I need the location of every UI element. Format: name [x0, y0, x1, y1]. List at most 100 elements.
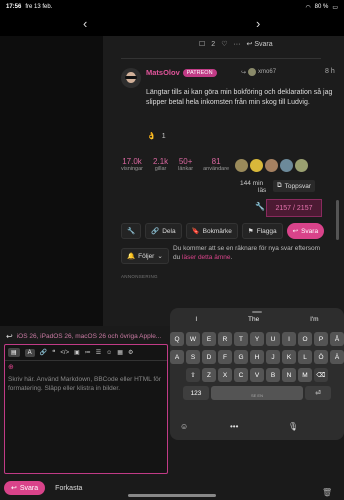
- topic-actions: 🔧 🔗 Dela 🔖 Bokmärke ⚑ Flagga ↩ Svara: [121, 223, 325, 239]
- link-icon[interactable]: 🔗: [40, 349, 47, 356]
- key-ö[interactable]: Ö: [314, 350, 328, 364]
- more-icon[interactable]: •••: [230, 422, 238, 431]
- flag-button[interactable]: ⚑ Flagga: [241, 223, 283, 239]
- suggestion-item[interactable]: The: [248, 316, 259, 323]
- key-b[interactable]: B: [266, 368, 280, 382]
- key-o[interactable]: O: [298, 332, 312, 346]
- reply-to[interactable]: ↪ xmo67: [241, 68, 276, 76]
- settings-icon[interactable]: ⚙: [128, 349, 133, 356]
- key-d[interactable]: D: [202, 350, 216, 364]
- key-g[interactable]: G: [234, 350, 248, 364]
- suggestion-bar: I The I'm: [170, 316, 344, 323]
- home-indicator: [128, 494, 216, 497]
- more-icon[interactable]: ···: [233, 41, 240, 48]
- key-v[interactable]: V: [250, 368, 264, 382]
- key-x[interactable]: X: [218, 368, 232, 382]
- key-p[interactable]: P: [314, 332, 328, 346]
- status-right: ◠ 80 % ▭: [305, 4, 338, 11]
- admin-wrench-button[interactable]: 🔧: [121, 223, 142, 239]
- code-icon[interactable]: </>: [60, 350, 69, 356]
- keyboard-handle[interactable]: [252, 311, 262, 313]
- back-arrow-icon[interactable]: ‹: [83, 16, 87, 31]
- key-k[interactable]: K: [282, 350, 296, 364]
- key-s[interactable]: S: [186, 350, 200, 364]
- bullet-list-icon[interactable]: ≔: [85, 349, 91, 356]
- submit-reply-button[interactable]: ↩ Svara: [4, 481, 46, 495]
- share-button[interactable]: 🔗 Dela: [145, 223, 182, 239]
- discard-button[interactable]: Forkasta: [55, 485, 82, 492]
- post-body: Längtar tills ai kan göra min bokföring …: [146, 89, 333, 106]
- ad-label: ANNONSERING: [121, 274, 158, 279]
- bell-icon: 🔔: [127, 253, 136, 260]
- top-replies-button[interactable]: ⧉ Toppsvar: [273, 180, 316, 192]
- discard-trash-icon[interactable]: 🗑: [322, 488, 332, 497]
- post-time: 8 h: [325, 68, 335, 75]
- key-ä[interactable]: Ä: [330, 350, 344, 364]
- bookmark-button[interactable]: 🔖 Bokmärke: [185, 223, 238, 239]
- key-å[interactable]: Å: [330, 332, 344, 346]
- key-w[interactable]: W: [186, 332, 200, 346]
- suggestion-item[interactable]: I: [195, 316, 197, 323]
- post-progress[interactable]: 2157 / 2157: [266, 199, 322, 217]
- participant-avatar[interactable]: [295, 159, 308, 172]
- stat-links[interactable]: 50+ länkar: [178, 157, 193, 172]
- stat-views: 17.0k visningar: [121, 157, 144, 172]
- key-n[interactable]: N: [282, 368, 296, 382]
- participant-avatar[interactable]: [250, 159, 263, 172]
- image-icon[interactable]: ▣: [74, 349, 80, 356]
- read-topic-link[interactable]: läser detta ämne: [182, 254, 230, 261]
- key-z[interactable]: Z: [202, 368, 216, 382]
- thumbs-up-icon[interactable]: 👌: [147, 132, 156, 140]
- checkbox-icon[interactable]: ☐: [199, 40, 205, 48]
- key-c[interactable]: C: [234, 368, 248, 382]
- patreon-badge: PATREON: [182, 68, 217, 77]
- participant-avatar[interactable]: [235, 159, 248, 172]
- author-name[interactable]: MatsOlov: [146, 68, 180, 77]
- heart-icon[interactable]: ♡: [221, 40, 227, 48]
- key-h[interactable]: H: [250, 350, 264, 364]
- key-i[interactable]: I: [282, 332, 296, 346]
- key-a[interactable]: A: [170, 350, 184, 364]
- editor-toggle-icon[interactable]: ▤: [8, 348, 20, 357]
- key-e[interactable]: E: [202, 332, 216, 346]
- emoji-icon[interactable]: ☺: [106, 350, 112, 356]
- key-q[interactable]: Q: [170, 332, 184, 346]
- emoji-icon[interactable]: ☺: [180, 422, 188, 431]
- participant-avatar[interactable]: [265, 159, 278, 172]
- key-t[interactable]: T: [234, 332, 248, 346]
- reply-button-top[interactable]: ↩ Svara: [246, 40, 272, 49]
- suggestion-item[interactable]: I'm: [310, 316, 318, 323]
- backspace-key[interactable]: ⌫: [314, 368, 328, 382]
- reply-button[interactable]: ↩ Svara: [286, 223, 325, 239]
- bookmark-icon: 🔖: [191, 228, 200, 235]
- key-row-1: QWERTYUIOPÅ: [170, 332, 344, 346]
- link-icon: 🔗: [151, 228, 160, 235]
- avatar[interactable]: [121, 68, 141, 88]
- key-r[interactable]: R: [218, 332, 232, 346]
- numbered-list-icon[interactable]: ☰: [96, 349, 101, 356]
- key-m[interactable]: M: [298, 368, 312, 382]
- key-l[interactable]: L: [298, 350, 312, 364]
- follow-button[interactable]: 🔔 Följer ⌄: [121, 248, 169, 264]
- calendar-icon[interactable]: ▦: [117, 349, 123, 356]
- stat-users: 81 användare: [203, 157, 230, 172]
- composer-actions: ↩ Svara Forkasta: [4, 481, 82, 495]
- reply-textarea[interactable]: [8, 375, 166, 470]
- add-icon[interactable]: ⊕: [5, 361, 167, 373]
- post-like: 👌 1: [147, 132, 166, 141]
- chevron-down-icon: ⌄: [157, 253, 163, 260]
- forward-arrow-icon[interactable]: ›: [256, 16, 260, 31]
- return-key[interactable]: ⏎: [305, 386, 331, 400]
- participant-avatar[interactable]: [280, 159, 293, 172]
- key-u[interactable]: U: [266, 332, 280, 346]
- key-f[interactable]: F: [218, 350, 232, 364]
- key-y[interactable]: Y: [250, 332, 264, 346]
- shift-key[interactable]: ⇧: [186, 368, 200, 382]
- microphone-icon[interactable]: 🎙: [288, 422, 298, 431]
- numbers-key[interactable]: 123: [183, 386, 209, 400]
- font-format-button[interactable]: A: [24, 348, 35, 357]
- quote-icon[interactable]: ❝: [52, 349, 55, 356]
- scrollbar[interactable]: [336, 200, 339, 240]
- key-j[interactable]: J: [266, 350, 280, 364]
- space-key[interactable]: SE EN: [211, 386, 303, 400]
